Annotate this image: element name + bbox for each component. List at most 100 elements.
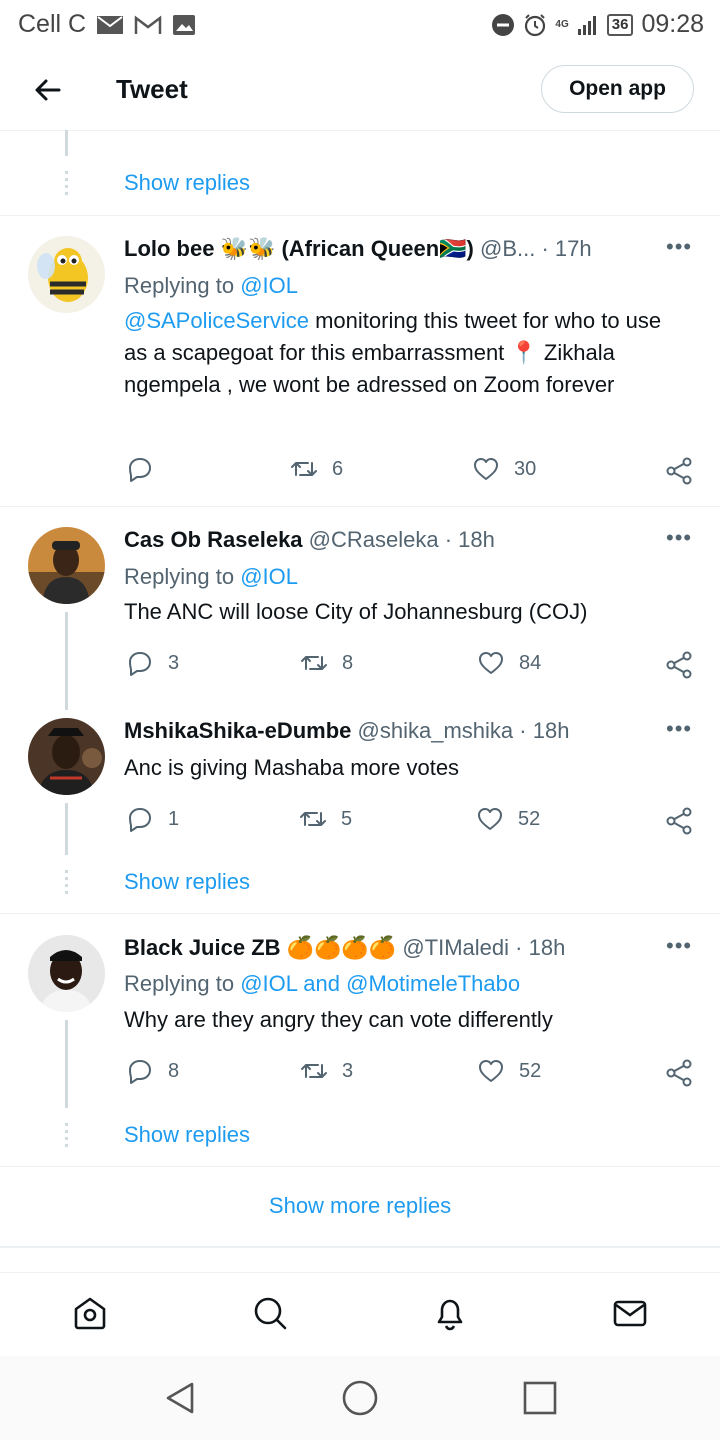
show-replies-link[interactable]: Show replies bbox=[124, 869, 250, 895]
reply-count: 3 bbox=[168, 651, 180, 674]
home-icon[interactable] bbox=[70, 1293, 110, 1333]
display-name[interactable]: Cas Ob Raseleka bbox=[124, 527, 303, 552]
retweet-button[interactable]: 5 bbox=[299, 805, 352, 833]
heart-icon bbox=[479, 1060, 503, 1082]
thread-dots bbox=[65, 1123, 68, 1151]
show-more-replies-link[interactable]: Show more replies bbox=[0, 1170, 720, 1242]
tweet-text: Why are they angry they can vote differe… bbox=[124, 1007, 553, 1032]
thread-line bbox=[65, 130, 68, 156]
timestamp[interactable]: · 17h bbox=[541, 236, 591, 261]
reply-button[interactable]: 1 bbox=[126, 805, 179, 833]
tweet-header: MshikaShika-eDumbe @shika_mshika · 18h bbox=[124, 718, 569, 744]
retweet-count: 3 bbox=[342, 1059, 354, 1082]
like-button[interactable]: 52 bbox=[476, 805, 540, 833]
replying-to: Replying to @IOL and @MotimeleThabo bbox=[124, 971, 520, 997]
reply-button[interactable]: 8 bbox=[126, 1057, 179, 1085]
retweet-button[interactable]: 3 bbox=[300, 1057, 353, 1085]
replying-prefix: Replying to bbox=[124, 971, 235, 996]
tweet-header: Black Juice ZB 🍊🍊🍊🍊 @TIMaledi · 18h bbox=[124, 935, 565, 961]
show-replies-link[interactable]: Show replies bbox=[124, 1122, 250, 1148]
more-icon[interactable]: ••• bbox=[666, 716, 692, 742]
thread-line bbox=[65, 612, 68, 710]
divider bbox=[0, 506, 720, 507]
mail-notification-icon bbox=[96, 15, 124, 35]
more-icon[interactable]: ••• bbox=[666, 933, 692, 959]
tweet-text: The ANC will loose City of Johannesburg … bbox=[124, 599, 588, 624]
retweet-button[interactable]: 8 bbox=[300, 649, 353, 677]
handle[interactable]: @CRaseleka bbox=[309, 527, 439, 552]
dnd-icon bbox=[491, 13, 515, 37]
reply-button[interactable] bbox=[126, 455, 168, 483]
gmail-notification-icon bbox=[134, 15, 162, 35]
avatar[interactable] bbox=[28, 527, 105, 604]
more-icon[interactable]: ••• bbox=[666, 525, 692, 551]
display-name[interactable]: Lolo bee 🐝🐝 (African Queen🇿🇦) bbox=[124, 236, 474, 261]
gallery-notification-icon bbox=[172, 14, 196, 36]
replying-target-link[interactable]: @IOL and @MotimeleThabo bbox=[240, 971, 520, 996]
home-circle-icon[interactable] bbox=[340, 1378, 380, 1418]
retweet-icon bbox=[300, 812, 326, 826]
timestamp[interactable]: · 18h bbox=[445, 527, 495, 552]
thread-line bbox=[65, 803, 68, 855]
mention-link[interactable]: @SAPoliceService bbox=[124, 308, 309, 333]
replying-target-link[interactable]: @IOL bbox=[240, 273, 298, 298]
page-title: Tweet bbox=[116, 74, 188, 104]
back-triangle-icon[interactable] bbox=[160, 1378, 200, 1418]
tweet-header: Cas Ob Raseleka @CRaseleka · 18h bbox=[124, 527, 495, 553]
like-count: 52 bbox=[518, 807, 541, 830]
timestamp[interactable]: · 18h bbox=[515, 935, 565, 960]
retweet-icon bbox=[301, 1064, 327, 1078]
reply-count: 8 bbox=[168, 1059, 180, 1082]
divider bbox=[0, 1246, 720, 1248]
replying-to: Replying to @IOL bbox=[124, 273, 298, 299]
heart-icon bbox=[479, 652, 503, 674]
reply-icon bbox=[129, 808, 151, 832]
avatar[interactable] bbox=[28, 236, 105, 313]
share-icon[interactable] bbox=[665, 651, 693, 679]
search-icon[interactable] bbox=[250, 1293, 290, 1333]
reply-button[interactable]: 3 bbox=[126, 649, 179, 677]
retweet-icon bbox=[291, 462, 317, 476]
tweet-text: @SAPoliceService monitoring this tweet f… bbox=[124, 305, 684, 401]
replying-prefix: Replying to bbox=[124, 564, 235, 589]
mail-icon[interactable] bbox=[610, 1293, 650, 1333]
share-icon[interactable] bbox=[665, 1059, 693, 1087]
reply-icon bbox=[129, 1060, 151, 1084]
battery-level: 36 bbox=[611, 16, 629, 33]
thread-dots bbox=[65, 870, 68, 898]
retweet-button[interactable]: 6 bbox=[290, 455, 343, 483]
replying-target-link[interactable]: @IOL bbox=[240, 564, 298, 589]
replying-to: Replying to @IOL bbox=[124, 564, 298, 590]
divider bbox=[0, 215, 720, 216]
avatar[interactable] bbox=[28, 718, 105, 795]
like-count: 84 bbox=[519, 651, 542, 674]
like-button[interactable]: 30 bbox=[472, 455, 536, 483]
signal-icon: 4G bbox=[555, 19, 568, 30]
like-button[interactable]: 52 bbox=[477, 1057, 541, 1085]
more-icon[interactable]: ••• bbox=[666, 234, 692, 260]
avatar[interactable] bbox=[28, 935, 105, 1012]
bell-icon[interactable] bbox=[430, 1293, 470, 1333]
reply-icon bbox=[129, 652, 151, 676]
like-count: 52 bbox=[519, 1059, 542, 1082]
show-replies-link[interactable]: Show replies bbox=[124, 170, 250, 196]
timestamp[interactable]: · 18h bbox=[519, 718, 569, 743]
retweet-count: 5 bbox=[341, 807, 353, 830]
display-name[interactable]: MshikaShika-eDumbe bbox=[124, 718, 351, 743]
open-app-button[interactable]: Open app bbox=[541, 65, 694, 113]
arrow-left-icon[interactable] bbox=[30, 72, 66, 108]
display-name[interactable]: Black Juice ZB 🍊🍊🍊🍊 bbox=[124, 935, 396, 960]
tweet-header: Lolo bee 🐝🐝 (African Queen🇿🇦) @B... · 17… bbox=[124, 236, 592, 262]
share-icon[interactable] bbox=[665, 457, 693, 485]
recents-square-icon[interactable] bbox=[520, 1378, 560, 1418]
handle[interactable]: @B... bbox=[480, 236, 535, 261]
tweet-text: Anc is giving Mashaba more votes bbox=[124, 755, 460, 780]
handle[interactable]: @TIMaledi bbox=[402, 935, 509, 960]
share-icon[interactable] bbox=[665, 807, 693, 835]
retweet-count: 6 bbox=[332, 457, 344, 480]
reply-count: 1 bbox=[168, 807, 180, 830]
handle[interactable]: @shika_mshika bbox=[358, 718, 514, 743]
like-button[interactable]: 84 bbox=[477, 649, 541, 677]
heart-icon bbox=[474, 458, 498, 480]
top-bar: Tweet Open app bbox=[0, 50, 720, 131]
